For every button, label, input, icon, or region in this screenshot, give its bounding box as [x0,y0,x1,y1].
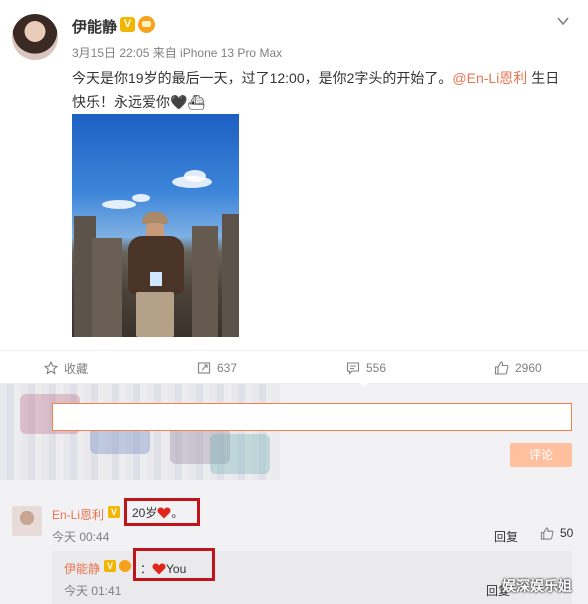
verified-v-icon: V [104,560,116,572]
verified-v-icon: V [120,17,135,32]
like-button[interactable]: 2960 [494,351,542,385]
crown-icon [138,16,155,33]
submit-comment-button[interactable]: 评论 [510,443,572,467]
comment-pointer [358,381,370,387]
like-count: 2960 [515,361,542,375]
reply-time: 今天 01:41 [64,584,122,598]
thumbs-up-icon [494,361,509,375]
reply-button[interactable]: 回复 [494,528,518,545]
comment-time: 今天 00:44 [52,530,110,544]
post-meta: 3月15日 22:05 来自 iPhone 13 Pro Max [72,46,283,60]
crown-icon [119,560,131,572]
comment-like-button[interactable]: 50 [540,526,573,540]
commenter-avatar[interactable] [12,506,42,536]
author-name[interactable]: 伊能静 [72,16,117,37]
forward-icon [197,362,211,374]
post-text-body: 今天是你19岁的最后一天，过了12:00，是你2字头的开始了。 [72,70,453,86]
weibo-post: 伊能静 V 3月15日 22:05 来自 iPhone 13 Pro Max 今… [0,0,588,350]
comment-button[interactable]: 556 [346,351,386,385]
watermark-text: 娱深娱乐姐 [502,578,572,594]
comment-like-count: 50 [560,526,574,540]
post-photo[interactable] [72,114,239,337]
chevron-down-icon[interactable] [556,14,570,28]
highlight-box [133,548,215,581]
photo-person [124,212,188,337]
comment-icon [346,362,360,375]
thumbs-up-icon [540,526,554,540]
post-text: 今天是你19岁的最后一天，过了12:00，是你2字头的开始了。@En-Li恩利 … [72,66,572,114]
forward-button[interactable]: 637 [197,351,237,385]
comment-count: 556 [366,361,387,375]
highlight-box [124,498,200,526]
commenter-name[interactable]: En-Li恩利 [52,506,104,523]
action-bar: 收藏 637 556 2960 [0,350,588,384]
favorite-button[interactable]: 收藏 [44,351,88,385]
comment-input[interactable] [52,403,572,431]
mention-link[interactable]: @En-Li恩利 [452,70,527,86]
reply-author-name[interactable]: 伊能静 [64,560,100,577]
star-icon [44,361,58,375]
favorite-label: 收藏 [64,361,89,376]
mosaic-overlay [0,384,280,480]
forward-count: 637 [217,361,238,375]
verified-v-icon: V [108,506,120,518]
author-avatar[interactable] [12,14,58,60]
